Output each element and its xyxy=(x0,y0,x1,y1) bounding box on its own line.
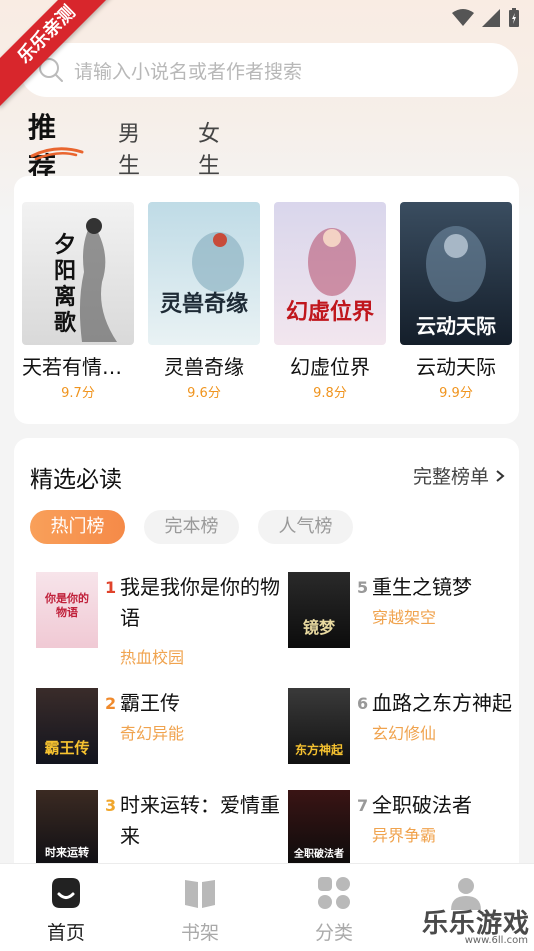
home-icon xyxy=(52,878,80,908)
book-score: 9.7分 xyxy=(61,386,95,401)
book-cover: 夕阳离歌 xyxy=(22,202,134,345)
nav-home-label: 首页 xyxy=(46,922,85,944)
cover-title: 夕阳离歌 xyxy=(53,232,76,336)
tab-male[interactable]: 男生 xyxy=(118,116,140,180)
book-cover: 云动天际 xyxy=(400,202,512,345)
beast-rider-illustration xyxy=(192,232,244,292)
recommend-card: 夕阳离歌 天若有情：… 9.7分 灵兽奇缘 灵兽奇缘 9.6分 幻虚位界 幻虚位… xyxy=(14,176,519,424)
book-thumbnail: 时来运转 xyxy=(36,790,98,866)
book-thumbnail: 霸王传 xyxy=(36,688,98,764)
search-input[interactable]: 请输入小说名或者作者搜索 xyxy=(20,43,518,97)
watermark-url: www.6ll.com xyxy=(464,935,528,946)
recommend-book[interactable]: 云动天际 云动天际 9.9分 xyxy=(400,202,512,401)
ranking-title: 时来运转：爱情重来 xyxy=(120,793,280,848)
nav-bookshelf[interactable]: 书架 xyxy=(160,876,240,945)
ranking-title: 霸王传 xyxy=(120,691,180,715)
thumb-text: 时来运转 xyxy=(45,846,89,859)
ranking-item[interactable]: 你是你的物语 1 我是我你是你的物语 热血校园 xyxy=(36,572,280,667)
book-thumbnail: 全职破法者 xyxy=(288,790,350,866)
book-thumbnail: 东方神起 xyxy=(288,688,350,764)
ranking-item[interactable]: 霸王传 2 霸王传 奇幻异能 xyxy=(36,688,276,768)
cover-title: 幻虚位界 xyxy=(285,299,374,325)
ranking-category: 穿越架空 xyxy=(372,608,437,627)
section-title: 精选必读 xyxy=(30,467,122,493)
thumb-text: 霸王传 xyxy=(44,739,90,757)
tab-active-underline xyxy=(30,147,84,160)
recommend-book[interactable]: 夕阳离歌 天若有情：… 9.7分 xyxy=(22,202,134,401)
bottom-navigation: 首页 书架 分类 乐乐游戏 www.6ll.com xyxy=(0,863,534,951)
nav-bookshelf-label: 书架 xyxy=(180,922,219,944)
signal-icon xyxy=(482,9,500,27)
book-score: 9.9分 xyxy=(439,386,473,401)
rank-number: 3 xyxy=(105,796,117,815)
book-thumbnail: 镜梦 xyxy=(288,572,350,648)
book-title: 幻虚位界 xyxy=(290,355,370,379)
rank-number: 2 xyxy=(105,694,117,713)
book-score: 9.8分 xyxy=(313,386,347,401)
recommend-book[interactable]: 灵兽奇缘 灵兽奇缘 9.6分 xyxy=(148,202,260,401)
bookshelf-icon xyxy=(185,880,215,908)
book-title: 云动天际 xyxy=(416,355,496,379)
recommend-book[interactable]: 幻虚位界 幻虚位界 9.8分 xyxy=(274,202,386,401)
chevron-right-icon xyxy=(496,469,505,482)
book-title: 天若有情：… xyxy=(22,355,134,379)
ranking-category: 热血校园 xyxy=(120,648,185,667)
pill-popular[interactable]: 人气榜 xyxy=(258,510,353,544)
book-title: 灵兽奇缘 xyxy=(164,355,244,379)
thumb-text: 镜梦 xyxy=(302,618,335,637)
ranking-item[interactable]: 镜梦 5 重生之镜梦 穿越架空 xyxy=(288,572,528,652)
book-score: 9.6分 xyxy=(187,386,221,401)
ranking-category: 奇幻异能 xyxy=(120,724,185,743)
site-watermark: 乐乐游戏 www.6ll.com xyxy=(414,901,534,949)
rank-number: 7 xyxy=(357,796,369,815)
ranking-category: 异界争霸 xyxy=(372,826,437,845)
battery-icon xyxy=(509,8,519,27)
ranking-item[interactable]: 东方神起 6 血路之东方神起 玄幻修仙 xyxy=(288,688,528,768)
thumb-text: 全职破法者 xyxy=(294,849,344,860)
nav-category-label: 分类 xyxy=(314,922,353,944)
rank-number: 5 xyxy=(357,578,369,597)
category-icon xyxy=(318,877,350,909)
ranking-item[interactable]: 时来运转 3 时来运转：爱情重来 xyxy=(36,790,280,870)
thumb-text: 东方神起 xyxy=(294,743,343,757)
wifi-icon xyxy=(452,9,474,26)
search-placeholder: 请输入小说名或者作者搜索 xyxy=(74,60,303,83)
thumb-text: 你是你的物语 xyxy=(45,592,89,619)
full-ranking-label: 完整榜单 xyxy=(412,466,489,488)
rank-number: 1 xyxy=(105,578,117,597)
status-icons xyxy=(452,8,520,28)
full-ranking-link[interactable]: 完整榜单 xyxy=(413,462,505,489)
ranking-title: 我是我你是你的物语 xyxy=(120,575,280,630)
nav-home[interactable]: 首页 xyxy=(26,876,106,945)
rank-number: 6 xyxy=(357,694,369,713)
book-cover: 灵兽奇缘 xyxy=(148,202,260,345)
ranking-title: 血路之东方神起 xyxy=(372,691,512,715)
tab-female[interactable]: 女生 xyxy=(198,116,220,180)
selected-reads-card: 精选必读 完整榜单 热门榜 完本榜 人气榜 你是你的物语 1 我是我你是你的物语… xyxy=(14,438,519,878)
ranking-category: 玄幻修仙 xyxy=(372,724,437,743)
cover-title: 灵兽奇缘 xyxy=(159,291,248,317)
nav-category[interactable]: 分类 xyxy=(294,876,374,945)
ranking-title: 全职破法者 xyxy=(372,793,472,817)
pill-finished[interactable]: 完本榜 xyxy=(144,510,239,544)
cover-title: 云动天际 xyxy=(416,314,496,338)
ranking-title: 重生之镜梦 xyxy=(372,575,472,599)
pill-hot[interactable]: 热门榜 xyxy=(30,510,125,544)
book-cover: 幻虚位界 xyxy=(274,202,386,345)
book-thumbnail: 你是你的物语 xyxy=(36,572,98,648)
ranking-item[interactable]: 全职破法者 7 全职破法者 异界争霸 xyxy=(288,790,528,870)
